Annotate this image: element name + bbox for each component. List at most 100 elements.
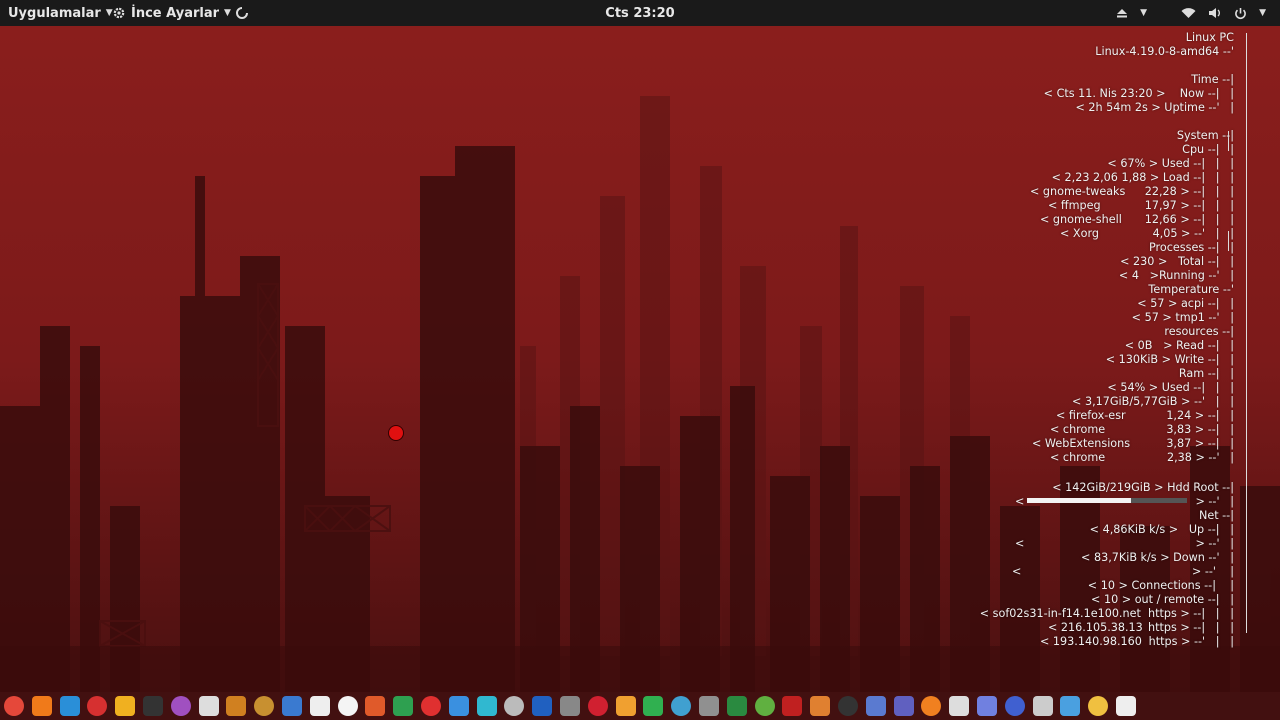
activity-monitor-icon[interactable]: [1004, 696, 1025, 716]
conky-net-header: Net --|: [1198, 509, 1234, 522]
terminal-icon[interactable]: [143, 696, 163, 716]
eject-icon[interactable]: [1116, 7, 1128, 19]
conky-write: < 130KiB > Write --| |: [1105, 353, 1234, 366]
weather-icon[interactable]: [1088, 696, 1109, 716]
conky-ram-amount: < 3,17GiB/5,77GiB > --' | |: [1072, 395, 1234, 408]
recorder-icon[interactable]: [782, 696, 803, 716]
down-graph-close: > --' |: [1191, 565, 1234, 578]
trash-icon[interactable]: [1032, 696, 1053, 716]
conky-kernel: Linux-4.19.0-8-amd64 --': [1095, 45, 1234, 58]
screenshot-icon[interactable]: [671, 696, 692, 716]
files-icon[interactable]: [115, 696, 136, 716]
conky-connections: < 10 > Connections --| |: [1087, 579, 1234, 592]
down-graph-open: <: [1012, 565, 1022, 578]
cpu-process-value: 22,28 > --| | |: [1144, 185, 1234, 198]
mem-process-name: < chrome: [1050, 423, 1106, 436]
tree-rail: [1246, 33, 1247, 633]
settings-icon[interactable]: [560, 696, 580, 716]
window-icon[interactable]: [1060, 696, 1081, 716]
mem-process-value: 3,83 > --| |: [1166, 423, 1234, 436]
remote-connection-port: https > --| | |: [1147, 621, 1234, 634]
play-store-icon[interactable]: [476, 696, 497, 716]
up-graph-open: <: [1015, 537, 1025, 550]
cpu-process-value: 4,05 > --' | |: [1152, 227, 1234, 240]
steam-icon[interactable]: [838, 696, 858, 716]
text-editor-icon[interactable]: [337, 696, 358, 716]
conky-system-monitor: Linux PC Linux-4.19.0-8-amd64 --' Time -…: [960, 31, 1270, 651]
cpu-process-name: < ffmpeg: [1048, 199, 1101, 212]
discord-icon[interactable]: [977, 696, 997, 716]
grid-app-icon[interactable]: [504, 696, 525, 716]
screen-icon[interactable]: [865, 696, 886, 716]
conky-now: < Cts 11. Nis 23:20 > Now --| |: [1043, 87, 1234, 100]
cpu-process-value: 12,66 > --| | |: [1144, 213, 1234, 226]
conky-ram-header: Ram --| |: [1178, 367, 1234, 380]
ad-blocker-icon[interactable]: [587, 696, 608, 716]
pinwheel-icon[interactable]: [615, 696, 636, 716]
conky-running: < 4 >Running --' |: [1118, 269, 1234, 282]
mem-process-name: < chrome: [1050, 451, 1106, 464]
conky-cpu-used: < 67% > Used --| | |: [1107, 157, 1234, 170]
chevron-down-icon[interactable]: ▼: [1259, 8, 1266, 18]
cpu-process-name: < gnome-tweaks: [1030, 185, 1126, 198]
text-t-icon[interactable]: [421, 696, 441, 716]
spreadsheet-icon[interactable]: [393, 696, 414, 716]
conky-down: < 83,7KiB k/s > Down --' |: [1081, 551, 1234, 564]
mem-process-value: 1,24 > --| |: [1166, 409, 1234, 422]
display-icon[interactable]: [282, 696, 302, 716]
application-dock: [0, 692, 1280, 720]
system-monitor-icon[interactable]: [726, 696, 747, 716]
conky-host: Linux PC: [1185, 31, 1234, 44]
power-icon[interactable]: [1234, 7, 1247, 20]
clock-icon[interactable]: [1116, 696, 1136, 716]
cpu-process-name: < gnome-shell: [1040, 213, 1122, 226]
broom-icon[interactable]: [254, 696, 275, 716]
hdd-bar-close: > --' |: [1195, 495, 1234, 508]
conky-cpu-header: Cpu --| |: [1182, 143, 1234, 156]
wifi-icon[interactable]: [1181, 7, 1196, 19]
mem-process-name: < WebExtensions: [1032, 437, 1131, 450]
browser-icon[interactable]: [59, 696, 80, 716]
cpu-process-name: < Xorg: [1060, 227, 1099, 240]
paint-icon[interactable]: [810, 696, 831, 716]
conky-read: < 0B > Read --| |: [1124, 339, 1234, 352]
mem-process-name: < firefox-esr: [1056, 409, 1126, 422]
conky-resources-header: resources --|: [1164, 325, 1234, 338]
opera-icon[interactable]: [87, 696, 108, 716]
conky-uptime: < 2h 54m 2s > Uptime --' |: [1075, 101, 1234, 114]
media-player-icon[interactable]: [170, 696, 191, 716]
disk-icon[interactable]: [699, 696, 719, 716]
spotify-icon[interactable]: [643, 696, 664, 716]
cpu-process-value: 17,97 > --| | |: [1144, 199, 1234, 212]
presentation-icon[interactable]: [365, 696, 386, 716]
hdd-bar-open: <: [1015, 495, 1025, 508]
calculator-icon[interactable]: [532, 696, 553, 716]
hdd-usage-fill: [1027, 498, 1131, 503]
up-graph-close: > --' |: [1195, 537, 1234, 550]
conky-processes-header: Processes --| |: [1149, 241, 1234, 254]
mouse-cursor: [388, 425, 404, 441]
clock-menu[interactable]: Cts 23:20: [0, 0, 1280, 26]
soccer-icon[interactable]: [198, 696, 219, 716]
conky-system-header: System --|: [1176, 129, 1234, 142]
conky-load: < 2,23 2,06 1,88 > Load --| | |: [1051, 171, 1234, 184]
bluetooth-icon[interactable]: [949, 696, 970, 716]
volume-icon[interactable]: [1208, 7, 1222, 19]
system-tray[interactable]: ▼ ▼: [1116, 0, 1266, 26]
vlc-icon[interactable]: [921, 696, 942, 716]
firefox-icon[interactable]: [31, 696, 52, 716]
chrome-icon[interactable]: [4, 696, 24, 716]
remote-connection-host: < 216.105.38.13: [1048, 621, 1143, 634]
mem-process-value: 3,87 > --| |: [1166, 437, 1234, 450]
remote-connection-host: < 193.140.98.160: [1040, 635, 1142, 648]
conky-ram-used: < 54% > Used --| | |: [1107, 381, 1234, 394]
archive-icon[interactable]: [754, 696, 775, 716]
chromium-icon[interactable]: [448, 696, 469, 716]
chevron-down-icon[interactable]: ▼: [1140, 8, 1147, 18]
conky-acpi: < 57 > acpi --| |: [1137, 297, 1234, 310]
teams-icon[interactable]: [893, 696, 914, 716]
cleaner-icon[interactable]: [226, 696, 247, 716]
conky-total: < 230 > Total --| |: [1120, 255, 1234, 268]
document-icon[interactable]: [309, 696, 330, 716]
clock-label: Cts 23:20: [605, 5, 675, 21]
